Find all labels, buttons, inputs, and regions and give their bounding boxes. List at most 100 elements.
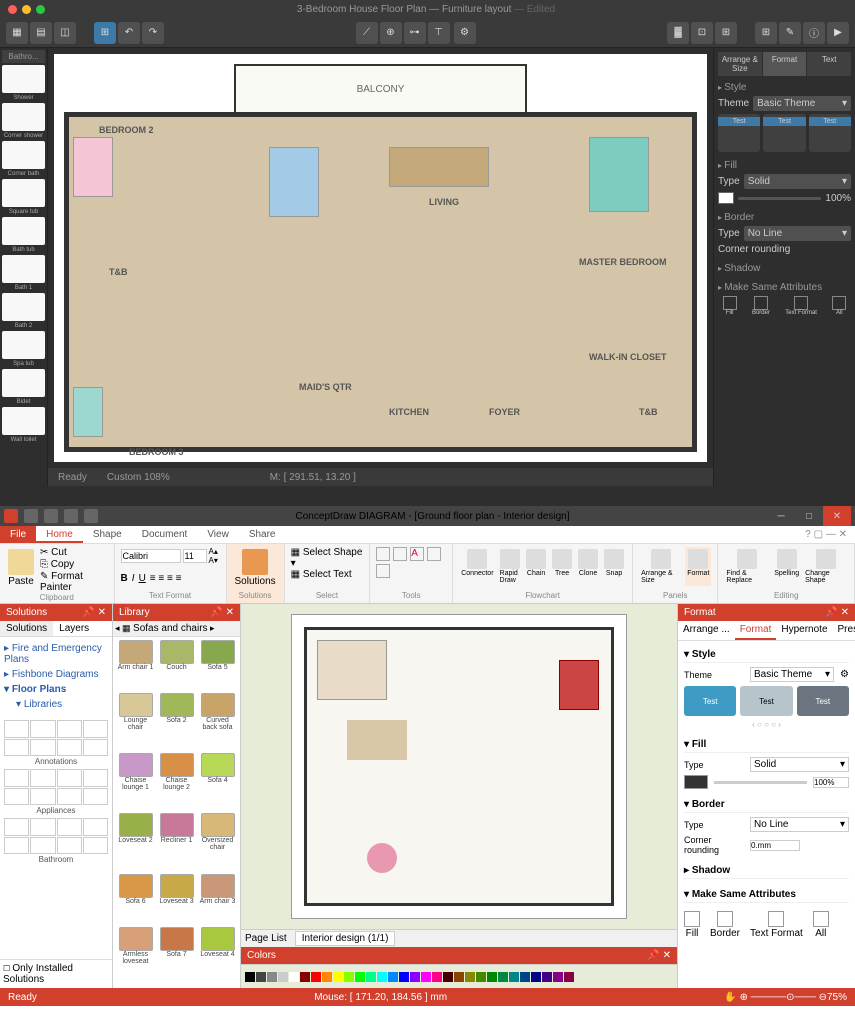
qa-print-icon[interactable] bbox=[84, 509, 98, 523]
color-swatch[interactable] bbox=[278, 972, 288, 982]
rapid-draw-button[interactable]: Rapid Draw bbox=[498, 547, 523, 586]
room-foyer[interactable]: FOYER bbox=[489, 407, 520, 417]
room-bedroom2[interactable]: BEDROOM 2 bbox=[99, 125, 154, 135]
arrange-button[interactable]: ⊞ bbox=[755, 22, 777, 44]
furniture-table[interactable] bbox=[347, 720, 407, 760]
fmt-tab-presentation[interactable]: Presentati... bbox=[833, 621, 855, 640]
attr-border-button[interactable]: Border bbox=[752, 296, 770, 316]
room-kitchen[interactable]: KITCHEN bbox=[389, 407, 429, 417]
color-swatch[interactable] bbox=[498, 972, 508, 982]
theme-preset-1[interactable]: Test bbox=[684, 686, 736, 716]
lib-item-wall-toilet[interactable] bbox=[2, 407, 45, 435]
lib-item-corner-shower[interactable] bbox=[2, 103, 45, 131]
clone-button[interactable]: Clone bbox=[576, 547, 600, 586]
qa-undo-icon[interactable] bbox=[44, 509, 58, 523]
opacity-input[interactable] bbox=[813, 777, 849, 788]
theme-preset-3[interactable]: Test bbox=[809, 114, 851, 152]
tab-share[interactable]: Share bbox=[239, 526, 286, 543]
snap-button[interactable]: ⊡ bbox=[691, 22, 713, 44]
only-installed-checkbox[interactable]: ☐ Only Installed Solutions bbox=[0, 959, 112, 988]
color-swatch[interactable] bbox=[245, 972, 255, 982]
theme-preset-2[interactable]: Test bbox=[763, 114, 805, 152]
theme-preset-1[interactable]: Test bbox=[718, 114, 760, 152]
maximize-icon[interactable] bbox=[36, 5, 45, 14]
tree-button[interactable]: Tree bbox=[550, 547, 574, 586]
library-category-select[interactable]: ◂ ▦ Sofas and chairs ▸ bbox=[113, 621, 240, 637]
tool-rect[interactable] bbox=[376, 547, 390, 561]
grid-button[interactable]: ⊞ bbox=[715, 22, 737, 44]
lib-item[interactable]: Loveseat 2 bbox=[116, 813, 155, 871]
info-button[interactable]: ⓘ bbox=[803, 22, 825, 44]
corner-input[interactable] bbox=[750, 840, 800, 851]
floor-plan-page[interactable] bbox=[291, 614, 627, 919]
furniture-sofa[interactable] bbox=[389, 147, 489, 187]
lib-item-shower[interactable] bbox=[2, 65, 45, 93]
qa-save-icon[interactable] bbox=[24, 509, 38, 523]
tab-arrange[interactable]: Arrange & Size bbox=[718, 52, 762, 76]
furniture-rug[interactable] bbox=[367, 843, 397, 873]
room-master[interactable]: MASTER BEDROOM bbox=[579, 257, 667, 267]
lib-item[interactable]: Loveseat 4 bbox=[198, 927, 237, 985]
color-swatch[interactable] bbox=[432, 972, 442, 982]
chain-button[interactable]: ⊶ bbox=[404, 22, 426, 44]
border-type-select[interactable]: No Line▾ bbox=[750, 817, 849, 832]
cut-button[interactable]: ✂ Cut bbox=[40, 547, 108, 558]
attr-text-button[interactable]: Text Format bbox=[785, 296, 817, 316]
room-balcony[interactable]: BALCONY bbox=[234, 64, 527, 114]
room-walkin[interactable]: WALK-IN CLOSET bbox=[589, 352, 667, 362]
lib-item[interactable]: Sofa 5 bbox=[198, 640, 237, 691]
color-swatch[interactable] bbox=[476, 972, 486, 982]
find-button[interactable]: Find & Replace bbox=[724, 547, 770, 586]
tab-home[interactable]: Home bbox=[36, 526, 83, 543]
select-shape-button[interactable]: ▦ Select Shape ▾ bbox=[291, 547, 364, 569]
tab-document[interactable]: Document bbox=[132, 526, 198, 543]
mac-canvas[interactable]: BALCONY BEDROOM 2 DINING LIVING MASTER B… bbox=[48, 48, 713, 486]
lib-item-bath-tub[interactable] bbox=[2, 217, 45, 245]
attr-fill-button[interactable]: Fill bbox=[684, 911, 700, 939]
tab-shape[interactable]: Shape bbox=[83, 526, 132, 543]
library-category[interactable]: Bathro... bbox=[2, 50, 45, 63]
lib-item-spa-tub[interactable] bbox=[2, 331, 45, 359]
lib-item[interactable]: Recliner 1 bbox=[157, 813, 196, 871]
fill-color-swatch[interactable] bbox=[684, 775, 708, 789]
opacity-slider[interactable] bbox=[738, 197, 821, 200]
minimize-button[interactable]: ─ bbox=[767, 506, 795, 526]
solutions-button[interactable]: ▦ bbox=[6, 22, 28, 44]
solutions-button[interactable]: Solutions bbox=[233, 547, 278, 589]
lib-appliances[interactable]: Appliances bbox=[4, 769, 108, 816]
fmt-tab-hypernote[interactable]: Hypernote bbox=[776, 621, 832, 640]
color-swatch[interactable] bbox=[344, 972, 354, 982]
room-bedroom3[interactable]: BEDROOM 3 bbox=[129, 447, 184, 457]
color-swatch[interactable] bbox=[564, 972, 574, 982]
close-button[interactable]: ✕ bbox=[823, 506, 851, 526]
color-swatch[interactable] bbox=[443, 972, 453, 982]
redo-button[interactable]: ↷ bbox=[142, 22, 164, 44]
color-swatch[interactable] bbox=[421, 972, 431, 982]
theme-select[interactable]: Basic Theme▾ bbox=[753, 96, 851, 111]
color-swatch[interactable] bbox=[553, 972, 563, 982]
color-swatch[interactable] bbox=[509, 972, 519, 982]
color-swatch[interactable] bbox=[531, 972, 541, 982]
attr-fill-button[interactable]: Fill bbox=[723, 296, 737, 316]
attr-border-button[interactable]: Border bbox=[710, 911, 740, 939]
lib-bathroom[interactable]: Bathroom bbox=[4, 818, 108, 865]
lib-item[interactable]: Arm chair 3 bbox=[198, 874, 237, 925]
furniture-master-bed[interactable] bbox=[589, 137, 649, 212]
format-painter-button[interactable]: ✎ Format Painter bbox=[40, 571, 108, 593]
tool-pen[interactable] bbox=[427, 547, 441, 561]
room-tb1[interactable]: T&B bbox=[109, 267, 128, 277]
color-swatch[interactable] bbox=[322, 972, 332, 982]
copy-button[interactable]: ⎘ Copy bbox=[40, 559, 108, 570]
color-swatch[interactable] bbox=[520, 972, 530, 982]
library-button[interactable]: ⊞ bbox=[94, 22, 116, 44]
theme-select[interactable]: Basic Theme▾ bbox=[750, 667, 834, 682]
lib-item-bath2[interactable] bbox=[2, 293, 45, 321]
border-type-select[interactable]: No Line▾ bbox=[744, 226, 851, 241]
theme-preset-3[interactable]: Test bbox=[797, 686, 849, 716]
color-swatch[interactable] bbox=[465, 972, 475, 982]
paste-button[interactable]: Paste bbox=[6, 547, 36, 593]
underline-button[interactable]: U bbox=[139, 573, 146, 584]
gear-icon[interactable]: ⚙ bbox=[840, 669, 849, 680]
tree-button[interactable]: ⊤ bbox=[428, 22, 450, 44]
lib-item[interactable]: Curved back sofa bbox=[198, 693, 237, 751]
